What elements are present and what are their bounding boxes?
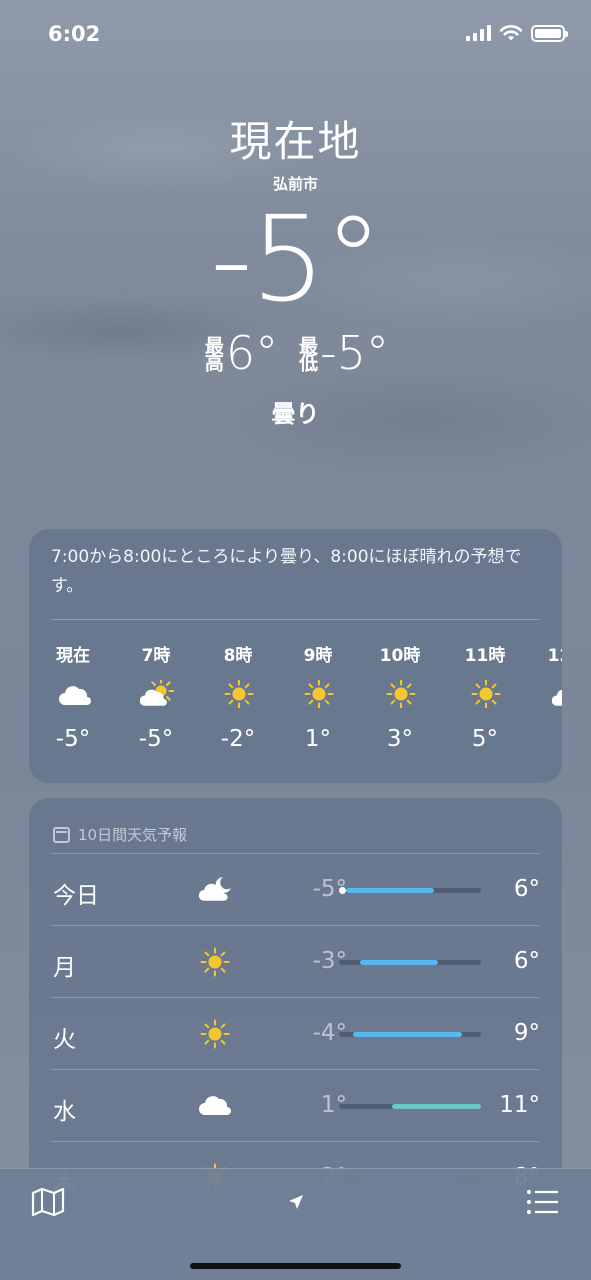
partly-sunny-icon bbox=[552, 689, 562, 706]
current-weather-header: 現在地 弘前市 -5° 最高 6° 最低 -5° 曇り bbox=[0, 108, 591, 429]
temp-range-fill bbox=[360, 960, 439, 965]
day-icon-wrap bbox=[197, 1090, 233, 1122]
current-temperature: -5° bbox=[210, 190, 383, 328]
hour-label: 7時 bbox=[141, 646, 171, 666]
day-high-temp: 11° bbox=[499, 1092, 540, 1118]
hour-temp: 5° bbox=[471, 726, 499, 752]
high-low: 最高 6° 最低 -5° bbox=[0, 326, 591, 380]
daily-row[interactable]: 火 -4° 9° bbox=[51, 997, 540, 1069]
partly-cloudy-night-icon bbox=[198, 877, 231, 901]
day-high-temp: 6° bbox=[513, 876, 540, 902]
partly-sunny-icon bbox=[140, 680, 174, 706]
day-icon-wrap bbox=[197, 1018, 233, 1050]
sun-icon bbox=[471, 680, 501, 708]
daily-header: 10日間天気予報 bbox=[29, 798, 562, 853]
high-label-text: 最高 bbox=[201, 336, 224, 370]
home-indicator[interactable] bbox=[190, 1263, 401, 1269]
current-location-button[interactable] bbox=[285, 1191, 307, 1213]
hour-temp: -2° bbox=[220, 726, 256, 752]
temp-range-fill bbox=[353, 1032, 463, 1037]
hour-icon-wrap bbox=[57, 680, 91, 708]
day-low-temp: -5° bbox=[312, 876, 347, 902]
hour-label: 10時 bbox=[379, 646, 421, 666]
hour-label: 11時 bbox=[464, 646, 506, 666]
hour-icon-wrap bbox=[140, 680, 174, 708]
hour-icon-wrap bbox=[384, 680, 416, 708]
temp-range-fill bbox=[391, 1104, 481, 1109]
sun-icon bbox=[386, 680, 416, 708]
daily-row[interactable]: 月 -3° 6° bbox=[51, 925, 540, 997]
hour-icon-wrap bbox=[222, 680, 254, 708]
status-time: 6:02 bbox=[48, 22, 101, 46]
sun-icon bbox=[200, 1019, 230, 1049]
battery-icon bbox=[531, 24, 568, 42]
hour-temp: -5° bbox=[55, 726, 91, 752]
hour-icon-wrap bbox=[302, 680, 334, 708]
day-icon-wrap bbox=[197, 874, 233, 906]
daily-list: 今日 -5° 6° 月 -3° 6° 火 -4° 9° 水 1° 11° bbox=[29, 853, 562, 1213]
map-icon bbox=[31, 1187, 65, 1217]
hour-label: 8時 bbox=[223, 646, 253, 666]
hour-label: 9時 bbox=[303, 646, 333, 666]
day-low-temp: -4° bbox=[312, 1020, 347, 1046]
hour-label: 現在 bbox=[56, 646, 90, 666]
hour-temp: 1° bbox=[304, 726, 332, 752]
hour-label: 12時 bbox=[547, 646, 562, 666]
list-icon bbox=[527, 1190, 558, 1214]
temp-range-bar bbox=[339, 960, 481, 965]
hourly-list[interactable]: 現在 -5° 7時 -5° 8時 -2° 9時 1° 10時 3° 11時 5°… bbox=[29, 620, 562, 783]
status-icons bbox=[466, 24, 568, 42]
day-icon-wrap bbox=[197, 946, 233, 978]
high-temp: 6° bbox=[225, 326, 279, 380]
daily-header-label: 10日間天気予報 bbox=[78, 826, 188, 844]
day-low-temp: -3° bbox=[312, 948, 347, 974]
sun-icon bbox=[200, 947, 230, 977]
daily-row[interactable]: 今日 -5° 6° bbox=[51, 853, 540, 925]
cloud-icon bbox=[199, 1096, 231, 1115]
temp-range-bar bbox=[338, 887, 481, 894]
temp-range-bar bbox=[339, 1104, 481, 1109]
high-label: 最高 bbox=[201, 336, 224, 370]
hourly-summary: 7:00から8:00にところにより曇り、8:00にほぼ晴れの予想です。 bbox=[51, 547, 522, 596]
current-temp-marker bbox=[338, 887, 346, 894]
map-button[interactable] bbox=[30, 1187, 66, 1217]
temp-range-bar bbox=[339, 1032, 481, 1037]
cellular-signal-icon bbox=[466, 25, 491, 41]
temp-range-fill bbox=[346, 888, 435, 893]
bottom-toolbar bbox=[0, 1168, 591, 1280]
weather-condition: 曇り bbox=[271, 400, 320, 428]
low-temp-block: 最低 -5° bbox=[296, 326, 389, 380]
location-title: 現在地 bbox=[229, 117, 362, 166]
sun-icon bbox=[224, 680, 254, 708]
day-name: 水 bbox=[53, 1099, 76, 1125]
daily-forecast-card[interactable]: 10日間天気予報 今日 -5° 6° 月 -3° 6° 火 -4° 9° 水 1… bbox=[29, 798, 562, 1218]
day-name: 火 bbox=[53, 1027, 76, 1053]
hour-icon-wrap bbox=[552, 680, 562, 708]
day-name: 今日 bbox=[53, 883, 99, 909]
hour-temp: 5 bbox=[533, 726, 562, 752]
location-arrow-icon bbox=[289, 1195, 303, 1209]
hour-icon-wrap bbox=[469, 680, 501, 708]
sun-icon bbox=[304, 680, 334, 708]
status-bar: 6:02 bbox=[0, 0, 591, 70]
low-label: 最低 bbox=[296, 336, 319, 370]
low-temp: -5° bbox=[320, 326, 390, 380]
high-temp-block: 最高 6° bbox=[202, 326, 278, 380]
hour-temp: 3° bbox=[386, 726, 414, 752]
cloud-icon bbox=[59, 686, 91, 705]
low-label-text: 最低 bbox=[296, 336, 319, 370]
day-high-temp: 9° bbox=[513, 1020, 540, 1046]
hourly-forecast-card[interactable]: 7:00から8:00にところにより曇り、8:00にほぼ晴れの予想です。 現在 -… bbox=[29, 529, 562, 783]
daily-row[interactable]: 水 1° 11° bbox=[51, 1069, 540, 1141]
day-high-temp: 6° bbox=[513, 948, 540, 974]
day-low-temp: 1° bbox=[320, 1092, 347, 1118]
calendar-icon bbox=[53, 826, 70, 843]
wifi-icon bbox=[499, 25, 523, 41]
hour-temp: -5° bbox=[138, 726, 174, 752]
location-list-button[interactable] bbox=[525, 1187, 561, 1217]
day-name: 月 bbox=[53, 955, 76, 981]
